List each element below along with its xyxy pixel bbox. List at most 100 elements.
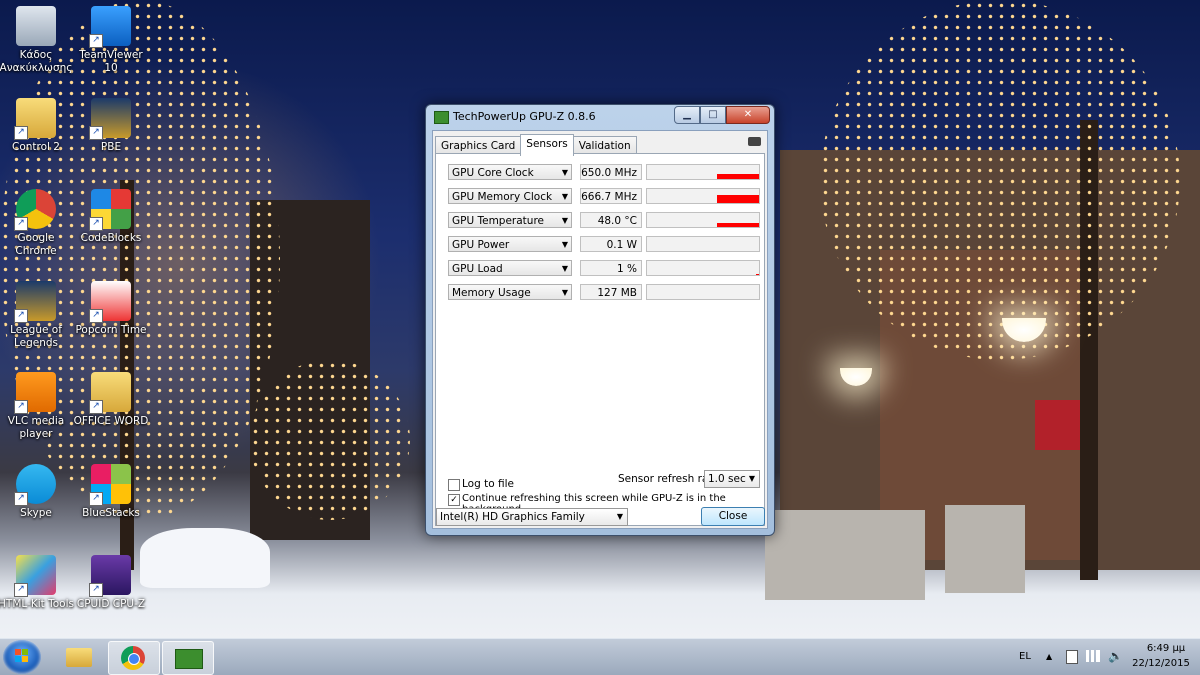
taskbar: EL ▲ 🔈 6:49 μμ 22/12/2015 (0, 638, 1200, 675)
sensor-row: GPU Core Clock ▼ 650.0 MHz (448, 162, 760, 182)
league-of-legends-icon: ↗ (14, 280, 56, 323)
language-indicator[interactable]: EL (1019, 651, 1031, 662)
system-tray: EL ▲ 🔈 6:49 μμ 22/12/2015 (1010, 639, 1200, 675)
refresh-rate-value: 1.0 sec (708, 473, 746, 485)
shortcut-arrow-icon: ↗ (14, 400, 28, 414)
desktop-icon-teamviewer-10[interactable]: ↗ TeamViewer 10 (73, 6, 149, 75)
volume-icon[interactable]: 🔈 (1108, 649, 1123, 663)
window-titlebar[interactable]: TechPowerUp GPU-Z 0.8.6 ▁ □ ✕ (426, 105, 774, 129)
close-window-button[interactable]: ✕ (726, 106, 770, 124)
sensor-row: GPU Load ▼ 1 % (448, 258, 760, 278)
cpuz-icon: ↗ (89, 555, 131, 597)
desktop-icon-label: CPUID CPU-Z (76, 598, 146, 610)
desktop-icon-vlc-media-player[interactable]: ↗ VLC media player (0, 372, 74, 441)
desktop-icon-html-kit-tools[interactable]: ↗ HTML-Kit Tools (0, 555, 74, 611)
desktop-icon-pbe[interactable]: ↗ PBE (73, 97, 149, 154)
desktop-icon-label: OFFICE WORD (73, 415, 149, 427)
minimize-button[interactable]: ▁ (674, 106, 700, 124)
shortcut-arrow-icon: ↗ (89, 308, 103, 323)
tab-bar: Graphics Card Sensors Validation (435, 134, 637, 156)
wallpaper-snowbank-left (140, 528, 270, 588)
desktop-icon-bluestacks[interactable]: ↗ BlueStacks (73, 463, 149, 520)
sensor-graph (646, 164, 760, 180)
sensor-name-select[interactable]: GPU Core Clock ▼ (448, 164, 572, 180)
log-to-file-checkbox[interactable] (448, 479, 460, 491)
sensor-value: 127 MB (580, 284, 642, 300)
tray-expand-icon[interactable]: ▲ (1046, 652, 1052, 661)
gpu-select[interactable]: Intel(R) HD Graphics Family ▼ (436, 508, 628, 526)
sensor-graph-bar (717, 195, 759, 203)
shortcut-arrow-icon: ↗ (14, 491, 28, 506)
chevron-down-icon: ▼ (561, 192, 568, 201)
sensor-graph (646, 284, 760, 300)
chevron-down-icon: ▼ (561, 216, 568, 225)
desktop-icon-google-chrome[interactable]: ↗ Google Chrome (0, 189, 74, 258)
sensor-name-select[interactable]: GPU Temperature ▼ (448, 212, 572, 228)
desktop-icon-label: League of Legends (10, 323, 62, 349)
shortcut-arrow-icon: ↗ (14, 308, 28, 323)
desktop-icon-label: Popcorn Time (75, 323, 147, 336)
bluestacks-icon: ↗ (89, 463, 131, 506)
desktop-icon-label: BlueStacks (82, 506, 140, 519)
taskbar-chrome-button[interactable] (108, 641, 160, 675)
folder-icon (66, 648, 92, 667)
network-icon[interactable] (1086, 650, 1100, 662)
window-client: Graphics Card Sensors Validation GPU Cor… (432, 130, 768, 529)
desktop-icon-popcorn-time[interactable]: ↗ Popcorn Time (73, 280, 149, 337)
clock-date[interactable]: 22/12/2015 (1130, 658, 1192, 669)
sensor-name: GPU Memory Clock (452, 191, 553, 203)
desktop-icon-control-2[interactable]: ↗ Control 2 (0, 97, 74, 154)
desktop-icon-cpuid-cpu-z[interactable]: ↗ CPUID CPU-Z (73, 555, 149, 611)
continue-refreshing-checkbox[interactable]: ✓ (448, 494, 460, 506)
desktop-icon-κ-δος-ανακ-κλωσης[interactable]: Κάδος Ανακύκλωσης (0, 6, 74, 75)
wallpaper-tree-lights-3 (820, 0, 1180, 360)
sensor-name: GPU Core Clock (452, 167, 534, 179)
sensor-graph-bar (756, 274, 759, 275)
shortcut-arrow-icon: ↗ (14, 583, 28, 597)
log-to-file-label: Log to file (462, 478, 514, 490)
chevron-down-icon: ▼ (616, 512, 623, 521)
desktop-icon-label: Control 2 (12, 140, 60, 153)
desktop-icon-league-of-legends[interactable]: ↗ League of Legends (0, 280, 74, 350)
shortcut-arrow-icon: ↗ (89, 491, 103, 506)
pbe-icon: ↗ (89, 97, 131, 140)
start-button[interactable] (3, 640, 41, 674)
sensor-value: 666.7 MHz (580, 188, 642, 204)
taskbar-gpuz-button[interactable] (162, 641, 214, 675)
shortcut-arrow-icon: ↗ (89, 217, 103, 231)
desktop-icon-label: TeamViewer 10 (79, 49, 143, 74)
refresh-rate-select[interactable]: 1.0 sec ▼ (704, 470, 760, 488)
sensors-panel: GPU Core Clock ▼ 650.0 MHz GPU Memory Clock… (435, 153, 765, 526)
screenshot-camera-icon[interactable] (748, 137, 761, 146)
html-kit-icon: ↗ (14, 555, 56, 597)
vlc-icon: ↗ (14, 372, 56, 414)
recycle-bin-icon (16, 6, 56, 46)
sensor-name-select[interactable]: GPU Memory Clock ▼ (448, 188, 572, 204)
taskbar-explorer-button[interactable] (54, 641, 104, 673)
sensor-name-select[interactable]: GPU Load ▼ (448, 260, 572, 276)
sensor-graph (646, 188, 760, 204)
action-center-icon[interactable] (1066, 650, 1078, 664)
wallpaper-stone-block-2 (945, 505, 1025, 593)
shortcut-arrow-icon: ↗ (14, 125, 28, 140)
clock-time[interactable]: 6:49 μμ (1140, 643, 1192, 654)
close-button[interactable]: Close (701, 507, 765, 526)
desktop-icon-skype[interactable]: ↗ Skype (0, 463, 74, 520)
sensor-value: 0.1 W (580, 236, 642, 252)
desktop-icon-office-word[interactable]: ↗ OFFICE WORD (73, 372, 149, 428)
sensor-name: GPU Temperature (452, 215, 545, 227)
desktop-icon-codeblocks[interactable]: ↗ CodeBlocks (73, 189, 149, 245)
sensor-graph (646, 260, 760, 276)
popcorn-time-icon: ↗ (89, 280, 131, 323)
chevron-down-icon: ▼ (561, 240, 568, 249)
sensor-name-select[interactable]: Memory Usage ▼ (448, 284, 572, 300)
wallpaper-tree-lights-2 (250, 360, 410, 520)
sensor-value: 48.0 °C (580, 212, 642, 228)
wallpaper-awning (1035, 400, 1085, 450)
tab-sensors[interactable]: Sensors (520, 134, 574, 156)
chevron-down-icon: ▼ (561, 288, 568, 297)
sensor-name-select[interactable]: GPU Power ▼ (448, 236, 572, 252)
gpu-select-value: Intel(R) HD Graphics Family (440, 511, 585, 523)
gpuz-window[interactable]: TechPowerUp GPU-Z 0.8.6 ▁ □ ✕ Graphics C… (425, 104, 775, 536)
maximize-button[interactable]: □ (700, 106, 726, 124)
